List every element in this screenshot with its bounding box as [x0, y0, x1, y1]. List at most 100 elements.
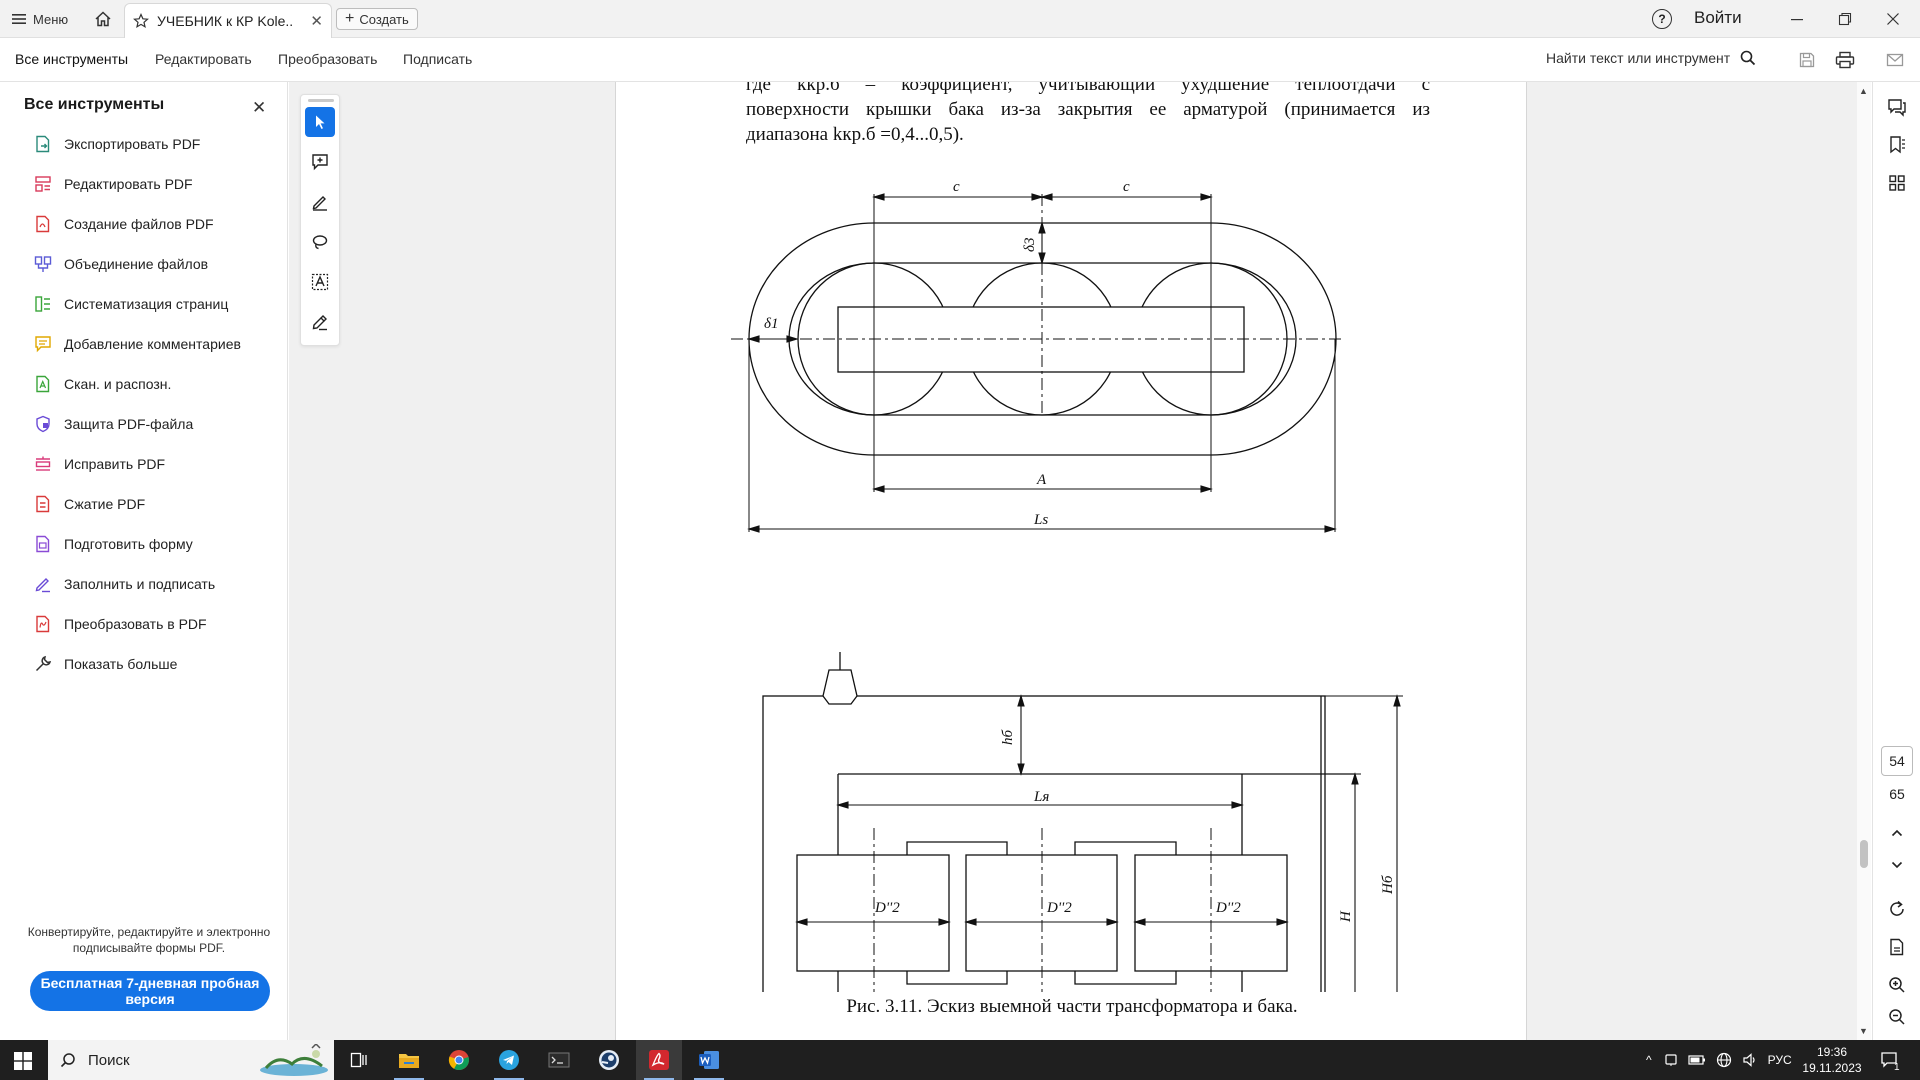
scroll-thumb[interactable] [1860, 840, 1868, 868]
sign-tool[interactable] [305, 307, 335, 337]
free-trial-button[interactable]: Бесплатная 7-дневная пробная версия [30, 971, 270, 1011]
word-icon[interactable] [686, 1040, 732, 1080]
all-tools-panel: Все инструменты ✕ Экспортировать PDF Ред… [0, 82, 288, 1040]
system-clock[interactable]: 19:36 19.11.2023 [1800, 1044, 1864, 1076]
tool-fill-sign[interactable]: Заполнить и подписать [0, 564, 288, 604]
file-explorer-icon[interactable] [386, 1040, 432, 1080]
close-window-icon[interactable] [1880, 6, 1906, 32]
clock-time: 19:36 [1816, 1045, 1848, 1059]
create-button[interactable]: + Создать [336, 8, 418, 30]
tab-all-tools[interactable]: Все инструменты [15, 51, 128, 67]
input-language[interactable]: РУС [1768, 1053, 1792, 1067]
find-label: Найти текст или инструмент [1546, 50, 1731, 66]
tool-combine-files[interactable]: Объединение файлов [0, 244, 288, 284]
menu-button[interactable]: Меню [12, 9, 68, 29]
next-page-icon[interactable] [1886, 854, 1908, 876]
total-pages: 65 [1889, 786, 1905, 802]
dim-label-hb-total: Hб [1380, 875, 1396, 895]
help-icon[interactable]: ? [1652, 9, 1672, 29]
print-icon[interactable] [1834, 49, 1856, 71]
tab-edit[interactable]: Редактировать [155, 51, 252, 67]
scroll-up-arrow-icon[interactable]: ▲ [1859, 86, 1868, 96]
tool-scan-ocr[interactable]: Скан. и распозн. [0, 364, 288, 404]
quick-tools-bar [300, 94, 340, 346]
search-label: Поиск [88, 1051, 130, 1069]
scroll-down-arrow-icon[interactable]: ▼ [1859, 1026, 1868, 1036]
search-icon [1740, 50, 1756, 66]
restore-icon[interactable] [1832, 6, 1858, 32]
select-tool[interactable] [305, 107, 335, 137]
task-view-icon[interactable] [336, 1040, 382, 1080]
dim-label-delta3: δ3 [1022, 238, 1038, 252]
tool-convert-to-pdf[interactable]: Преобразовать в PDF [0, 604, 288, 644]
network-globe-icon[interactable] [1716, 1052, 1732, 1068]
page-scan-icon[interactable] [1886, 936, 1908, 958]
highlight-tool[interactable] [305, 187, 335, 217]
tool-protect-pdf[interactable]: Защита PDF-файла [0, 404, 288, 444]
scan-ocr-icon [34, 375, 52, 393]
pdf-page[interactable]: где kкр.б – коэффициент, учитывающий уху… [615, 82, 1527, 1040]
taskbar-search[interactable]: Поиск [48, 1040, 334, 1080]
bookmarks-icon[interactable] [1886, 134, 1908, 156]
previous-page-icon[interactable] [1886, 822, 1908, 844]
tool-prepare-form[interactable]: Подготовить форму [0, 524, 288, 564]
tool-compress-pdf[interactable]: Сжатие PDF [0, 484, 288, 524]
tool-export-pdf[interactable]: Экспортировать PDF [0, 124, 288, 164]
text-tool[interactable] [305, 267, 335, 297]
tray-app-icon[interactable] [1664, 1053, 1678, 1067]
steam-icon[interactable] [586, 1040, 632, 1080]
fill-sign-icon [34, 575, 52, 593]
telegram-icon[interactable] [486, 1040, 532, 1080]
tab-convert[interactable]: Преобразовать [278, 51, 377, 67]
zoom-in-icon[interactable] [1886, 974, 1908, 996]
windows-taskbar: Поиск ^ РУС 19:36 19.11.2023 1 [0, 1040, 1920, 1080]
minimize-icon[interactable] [1784, 6, 1810, 32]
document-tab[interactable]: УЧЕБНИК к КР Kole... ✕ [124, 3, 332, 38]
pen-icon [312, 196, 327, 211]
drag-handle[interactable] [308, 99, 334, 102]
edit-pdf-icon [34, 175, 52, 193]
draw-tool[interactable] [305, 227, 335, 257]
close-tab-icon[interactable]: ✕ [310, 12, 323, 30]
tray-chevron-icon[interactable]: ^ [1646, 1053, 1652, 1067]
star-icon[interactable] [133, 13, 149, 29]
tool-redact-pdf[interactable]: Исправить PDF [0, 444, 288, 484]
notifications-icon[interactable]: 1 [1870, 1040, 1910, 1080]
chrome-icon[interactable] [436, 1040, 482, 1080]
save-icon[interactable] [1796, 49, 1818, 71]
email-icon[interactable] [1884, 49, 1906, 71]
add-comment-tool[interactable] [305, 147, 335, 177]
volume-icon[interactable] [1742, 1052, 1758, 1068]
tool-organize-pages[interactable]: Систематизация страниц [0, 284, 288, 324]
terminal-app-icon[interactable] [536, 1040, 582, 1080]
close-panel-icon[interactable]: ✕ [252, 98, 266, 118]
dim-label-h: H [1338, 910, 1354, 923]
acrobat-icon[interactable] [636, 1040, 682, 1080]
tool-show-more[interactable]: Показать больше [0, 644, 288, 684]
tool-create-pdf[interactable]: Создание файлов PDF [0, 204, 288, 244]
dim-label-d2-center: D''2 [1046, 900, 1072, 916]
current-page-input[interactable]: 54 [1881, 746, 1913, 776]
rotate-icon[interactable] [1886, 898, 1908, 920]
tool-edit-pdf[interactable]: Редактировать PDF [0, 164, 288, 204]
windows-start-icon[interactable] [14, 1052, 32, 1070]
tab-sign[interactable]: Подписать [403, 51, 472, 67]
comments-panel-icon[interactable] [1886, 96, 1908, 118]
panel-title: Все инструменты [24, 96, 165, 113]
dim-label-hb: hб [1000, 730, 1016, 746]
vertical-scrollbar[interactable]: ▲ ▼ [1857, 82, 1871, 1040]
thumbnails-icon[interactable] [1886, 172, 1908, 194]
tool-add-comments[interactable]: Добавление комментариев [0, 324, 288, 364]
home-button[interactable] [92, 8, 114, 30]
login-button[interactable]: Войти [1694, 8, 1742, 28]
protect-icon [34, 415, 52, 433]
home-icon [95, 11, 111, 27]
export-pdf-icon [34, 135, 52, 153]
tools-more-icon [34, 655, 52, 673]
battery-icon[interactable] [1688, 1054, 1706, 1066]
redact-icon [34, 455, 52, 473]
combine-files-icon [34, 255, 52, 273]
lasso-icon [312, 235, 328, 250]
find-tool[interactable]: Найти текст или инструмент [1546, 50, 1756, 66]
zoom-out-icon[interactable] [1886, 1006, 1908, 1028]
